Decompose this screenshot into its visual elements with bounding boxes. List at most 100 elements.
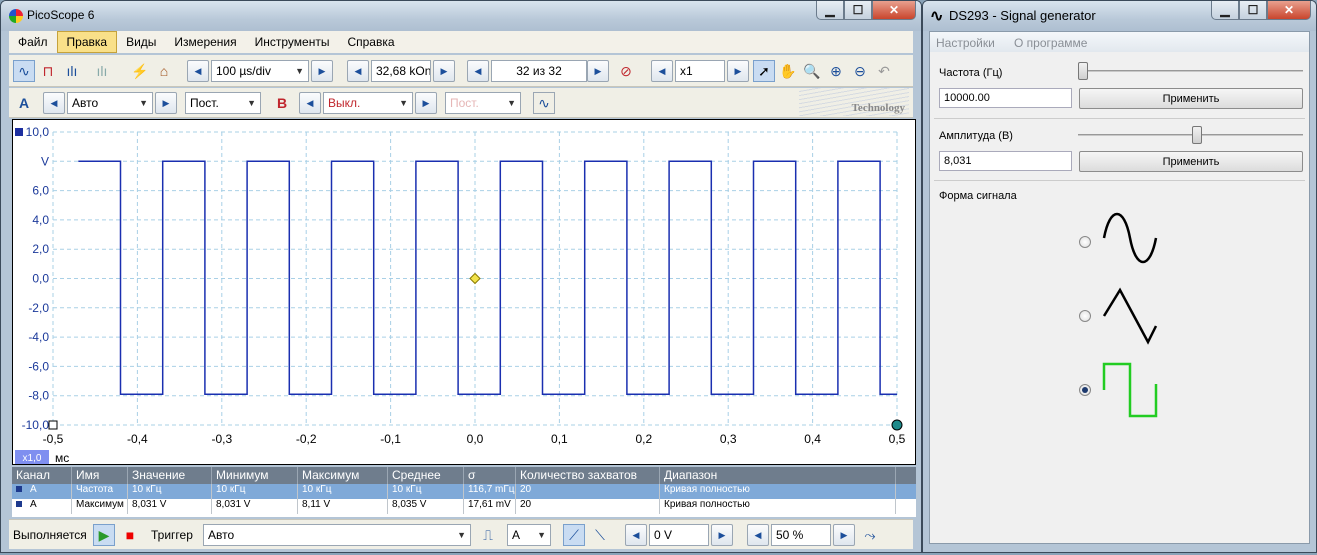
zoom-next-button[interactable]: ▶	[727, 60, 749, 82]
scope-plot[interactable]: 10,0 V 6,0 4,0 2,0 0,0 -2,0 -4,0 -6,0 -8,0 -10,0 -0…	[12, 119, 916, 465]
timebase-prev-button[interactable]: ◀	[187, 60, 209, 82]
menu-tools[interactable]: Инструменты	[246, 32, 339, 52]
capture-next-button[interactable]: ▶	[587, 60, 609, 82]
trigger-mode-select[interactable]: Авто ▼	[203, 524, 471, 546]
app-icon	[9, 9, 23, 23]
amplitude-slider-track[interactable]	[1078, 134, 1303, 136]
hand-icon[interactable]: ✋	[777, 60, 799, 82]
table-cell: Кривая полностью	[660, 499, 896, 514]
x-tick-label: 0,0	[467, 432, 484, 446]
column-header[interactable]: Минимум	[212, 467, 298, 484]
menu-help[interactable]: Справка	[338, 32, 403, 52]
frequency-slider-thumb[interactable]	[1078, 62, 1088, 80]
column-header[interactable]: Диапазон	[660, 467, 896, 484]
amplitude-apply-button[interactable]: Применить	[1079, 151, 1303, 172]
column-header[interactable]: Имя	[72, 467, 128, 484]
zoom-box-icon[interactable]: 🔍	[801, 60, 823, 82]
menu-measurements[interactable]: Измерения	[165, 32, 245, 52]
trigger-settings-icon[interactable]: ⎍	[477, 524, 499, 546]
ch-a-range-select[interactable]: Авто ▼	[67, 92, 153, 114]
trigger-level-field[interactable]: 0 V	[649, 524, 709, 546]
pointer-icon[interactable]: ➚	[753, 60, 775, 82]
table-row[interactable]: A Частота 10 кГц 10 кГц 10 кГц 10 кГц 116,7 mГ…	[12, 484, 916, 499]
advanced-trigger-icon[interactable]: ⤳	[859, 524, 881, 546]
zoom-out-icon[interactable]: ⊖	[849, 60, 871, 82]
home-icon[interactable]: ⌂	[153, 60, 175, 82]
pretrigger-prev-button[interactable]: ◀	[747, 524, 769, 546]
timebase-select[interactable]: 100 µs/div ▼	[211, 60, 309, 82]
siggen-menu-about[interactable]: О программе	[1014, 36, 1087, 50]
siggen-close-button[interactable]: ✕	[1267, 1, 1311, 20]
pretrigger-next-button[interactable]: ▶	[833, 524, 855, 546]
rising-edge-icon[interactable]: ⟋	[563, 524, 585, 546]
capture-field[interactable]: 32 из 32	[491, 60, 587, 82]
frequency-apply-button[interactable]: Применить	[1079, 88, 1303, 109]
undo-zoom-icon[interactable]: ↶	[873, 60, 895, 82]
menu-edit[interactable]: Правка	[56, 31, 118, 53]
waveform-label: Форма сигнала	[939, 190, 1017, 202]
ch-b-range-prev-button[interactable]: ◀	[299, 92, 321, 114]
falling-edge-icon[interactable]: ⟍	[589, 524, 611, 546]
samples-field[interactable]: 32,68 kOn	[371, 60, 431, 82]
ch-a-range-prev-button[interactable]: ◀	[43, 92, 65, 114]
ch-a-coupling-value: Пост.	[190, 96, 219, 110]
samples-prev-button[interactable]: ◀	[347, 60, 369, 82]
compass-icon[interactable]: ⊘	[615, 60, 637, 82]
frequency-input[interactable]: 10000.00	[939, 88, 1072, 108]
siggen-title-bar: ∿ DS293 - Signal generator ▁ ☐ ✕	[923, 1, 1316, 31]
stop-icon[interactable]: ■	[119, 524, 141, 546]
trigger-channel-select[interactable]: A ▼	[507, 524, 551, 546]
column-header[interactable]: Значение	[128, 467, 212, 484]
close-button[interactable]: ✕	[872, 1, 916, 20]
trigger-marker[interactable]	[469, 272, 481, 285]
sine-radio[interactable]	[1079, 236, 1091, 248]
table-row[interactable]: A Максимум 8,031 V 8,031 V 8,11 V 8,035 V 17,6…	[12, 499, 916, 514]
maximize-button[interactable]: ☐	[844, 1, 872, 20]
persistence-mode-icon[interactable]: ⊓	[37, 60, 59, 82]
x-tick-label: -0,4	[127, 432, 148, 446]
spectrum-persist-icon[interactable]: ılı	[91, 60, 113, 82]
capture-value: 32 из 32	[516, 64, 562, 78]
scope-chart[interactable]: 10,0V6,04,02,00,0-2,0-4,0-6,0-8,0-10,0-0…	[13, 120, 917, 466]
pretrigger-field[interactable]: 50 %	[771, 524, 831, 546]
time-ruler-handle[interactable]	[48, 420, 58, 430]
play-icon[interactable]: ▶	[93, 524, 115, 546]
ch-b-range-select[interactable]: Выкл. ▼	[323, 92, 413, 114]
timebase-next-button[interactable]: ▶	[311, 60, 333, 82]
channel-a-button[interactable]: A	[13, 92, 35, 114]
signal-ruler-handle[interactable]	[891, 419, 903, 431]
amplitude-input[interactable]: 8,031	[939, 151, 1072, 171]
zoom-field[interactable]: x1	[675, 60, 725, 82]
column-header[interactable]: Канал	[12, 467, 72, 484]
column-header[interactable]: Максимум	[298, 467, 388, 484]
ch-a-range-next-button[interactable]: ▶	[155, 92, 177, 114]
amplitude-slider-thumb[interactable]	[1192, 126, 1202, 144]
ch-a-coupling-select[interactable]: Пост. ▼	[185, 92, 261, 114]
menu-views[interactable]: Виды	[117, 32, 165, 52]
siggen-maximize-button[interactable]: ☐	[1239, 1, 1267, 20]
siggen-minimize-button[interactable]: ▁	[1211, 1, 1239, 20]
trigger-level-prev-button[interactable]: ◀	[625, 524, 647, 546]
lightning-icon[interactable]: ⚡	[129, 60, 151, 82]
signal-generator-icon[interactable]: ∿	[533, 92, 555, 114]
column-header[interactable]: Количество захватов	[516, 467, 660, 484]
column-header[interactable]: Среднее	[388, 467, 464, 484]
frequency-slider-track[interactable]	[1078, 70, 1303, 72]
minimize-button[interactable]: ▁	[816, 1, 844, 20]
spectrum-mode-icon[interactable]: ılı	[61, 60, 83, 82]
samples-next-button[interactable]: ▶	[433, 60, 455, 82]
zoom-prev-button[interactable]: ◀	[651, 60, 673, 82]
ch-b-range-next-button[interactable]: ▶	[415, 92, 437, 114]
capture-prev-button[interactable]: ◀	[467, 60, 489, 82]
siggen-menu-settings[interactable]: Настройки	[936, 36, 995, 50]
menu-file[interactable]: Файл	[9, 32, 57, 52]
channel-b-button[interactable]: B	[271, 92, 293, 114]
column-header[interactable]: σ	[464, 467, 516, 484]
zoom-in-icon[interactable]: ⊕	[825, 60, 847, 82]
square-radio[interactable]	[1079, 384, 1091, 396]
ch-b-coupling-select[interactable]: Пост. ▼	[445, 92, 521, 114]
trigger-level-next-button[interactable]: ▶	[711, 524, 733, 546]
scope-mode-icon[interactable]: ∿	[13, 60, 35, 82]
triangle-radio[interactable]	[1079, 310, 1091, 322]
table-cell: 10 кГц	[128, 484, 212, 499]
